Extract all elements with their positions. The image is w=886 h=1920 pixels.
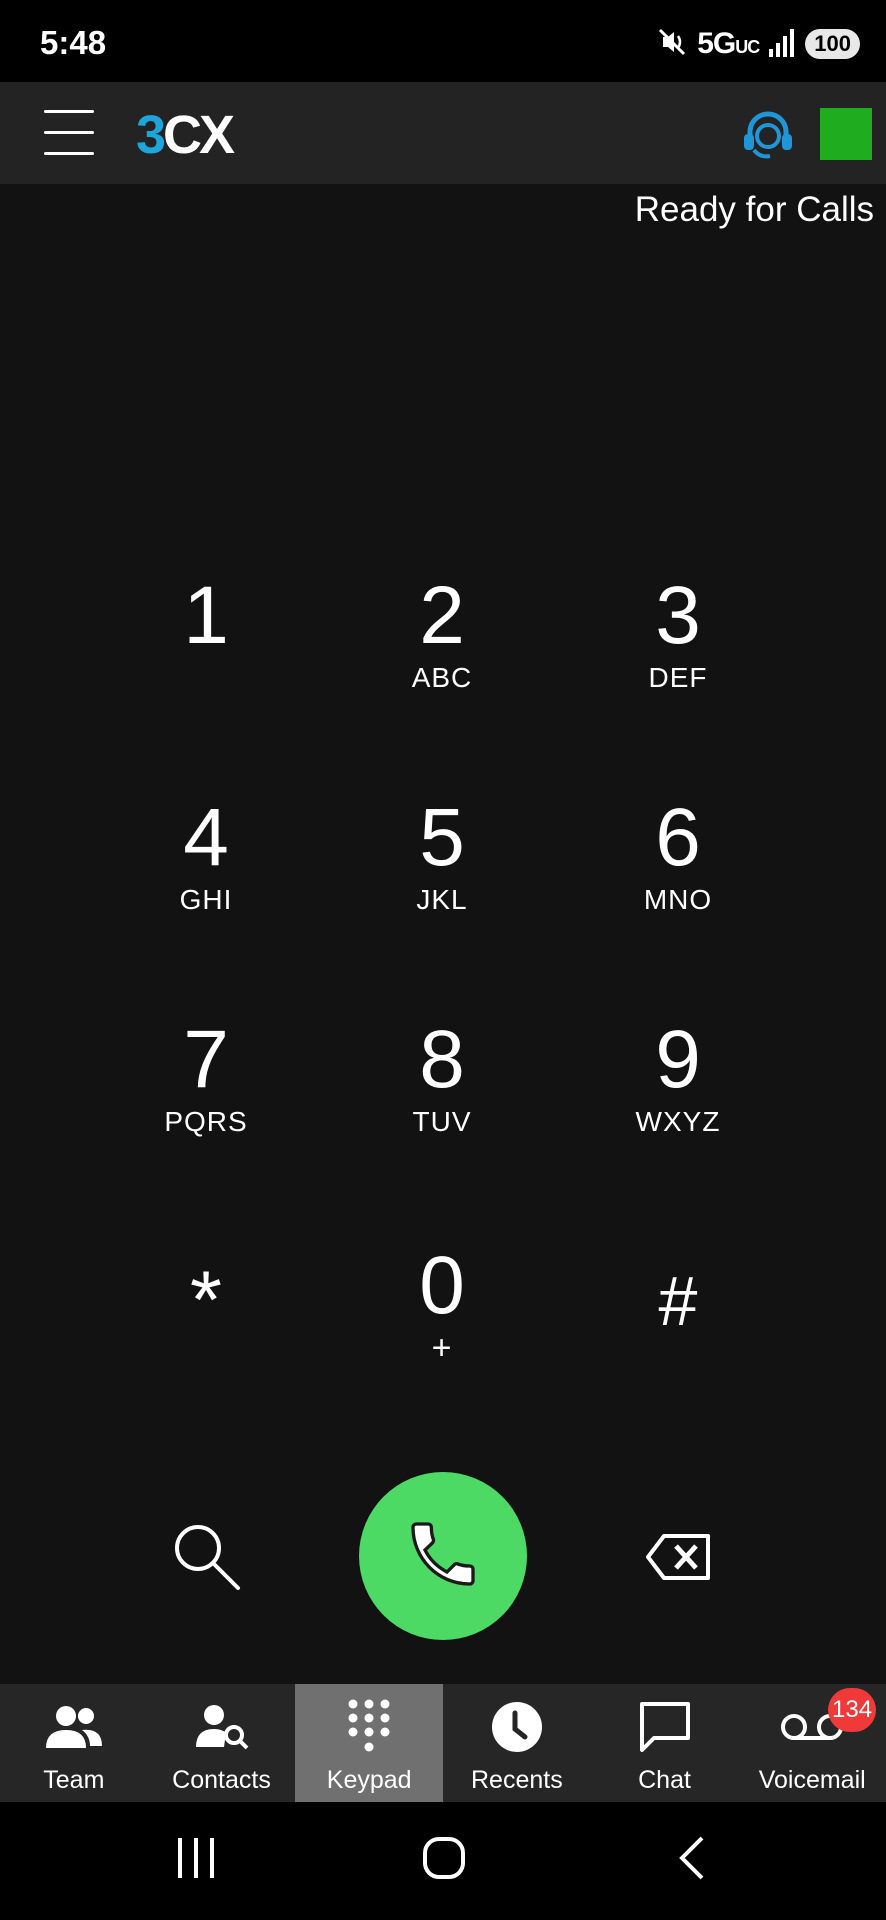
key-digit: 4 (183, 792, 229, 883)
key-letters: ABC (411, 662, 473, 693)
voicemail-count-badge: 134 (828, 1688, 877, 1732)
nav-label: Recents (470, 1766, 563, 1794)
key-5[interactable]: 5 JKL (342, 797, 542, 977)
home-icon[interactable] (422, 1836, 466, 1885)
nav-voicemail[interactable]: 134 Voicemail (738, 1684, 886, 1802)
key-6[interactable]: 6 MNO (578, 797, 778, 977)
presence-status-indicator[interactable] (820, 108, 872, 160)
nav-label: Team (43, 1766, 105, 1794)
key-digit: 3 (655, 570, 701, 661)
key-1[interactable]: 1 (106, 575, 306, 755)
key-9[interactable]: 9 WXYZ (578, 1019, 778, 1199)
team-icon (42, 1700, 106, 1754)
nav-label: Keypad (326, 1766, 412, 1794)
status-bar: 5:48 5GUC 100 (0, 0, 886, 82)
nav-chat[interactable]: Chat (591, 1684, 739, 1802)
hamburger-menu-icon[interactable] (44, 110, 94, 156)
key-digit: 2 (419, 570, 465, 661)
key-digit: 6 (655, 792, 701, 883)
key-2[interactable]: 2 ABC (342, 575, 542, 755)
availability-status-text: Ready for Calls (634, 190, 874, 229)
recent-apps-icon[interactable] (176, 1836, 216, 1885)
app-bar: 3CX (0, 82, 886, 184)
chat-bubble-icon (633, 1700, 697, 1754)
bottom-navigation: Team Contacts Keypad Recents Chat 134 Vo… (0, 1684, 886, 1802)
signal-icon (769, 27, 795, 62)
key-digit: 1 (183, 570, 229, 661)
battery-indicator: 100 (805, 29, 860, 59)
clock-icon (485, 1700, 549, 1754)
key-digit: 5 (419, 792, 465, 883)
nav-recents[interactable]: Recents (443, 1684, 591, 1802)
nav-label: Contacts (172, 1766, 271, 1794)
phone-icon (403, 1514, 483, 1599)
key-digit: * (190, 1255, 222, 1346)
key-7[interactable]: 7 PQRS (106, 1019, 306, 1199)
network-type: 5GUC (697, 27, 760, 60)
headset-icon[interactable] (740, 106, 796, 162)
call-button[interactable] (359, 1472, 527, 1640)
nav-contacts[interactable]: Contacts (148, 1684, 296, 1802)
key-letters: DEF (648, 662, 708, 693)
nav-keypad[interactable]: Keypad (295, 1684, 444, 1802)
key-digit: # (658, 1262, 698, 1340)
status-time: 5:48 (40, 24, 107, 61)
nav-team[interactable]: Team (0, 1684, 148, 1802)
key-letters: TUV (412, 1106, 472, 1137)
system-navigation-bar (0, 1802, 886, 1920)
key-star[interactable]: * (106, 1260, 306, 1440)
key-letters: WXYZ (635, 1106, 721, 1137)
key-digit: 9 (655, 1014, 701, 1105)
key-4[interactable]: 4 GHI (106, 797, 306, 977)
app-logo: 3CX (136, 105, 235, 165)
nav-label: Chat (638, 1766, 691, 1794)
key-3[interactable]: 3 DEF (578, 575, 778, 755)
key-8[interactable]: 8 TUV (342, 1019, 542, 1199)
back-icon[interactable] (676, 1836, 706, 1885)
key-0[interactable]: 0 + (342, 1245, 542, 1425)
key-letters: PQRS (164, 1106, 248, 1137)
key-digit: 8 (419, 1014, 465, 1105)
key-letters: GHI (179, 884, 233, 915)
keypad-icon (337, 1699, 401, 1754)
key-hash[interactable]: # (578, 1260, 778, 1440)
contacts-search-icon (190, 1700, 254, 1754)
key-digit: 0 (419, 1240, 465, 1331)
key-letters: + (431, 1329, 453, 1367)
key-letters: MNO (643, 884, 713, 915)
key-letters: JKL (416, 884, 468, 915)
key-digit: 7 (183, 1014, 229, 1105)
search-icon[interactable] (168, 1518, 244, 1594)
mute-vibrate-icon (657, 27, 687, 62)
backspace-icon[interactable] (644, 1530, 714, 1584)
status-indicators: 5GUC 100 (657, 26, 860, 62)
nav-label: Voicemail (758, 1766, 866, 1794)
